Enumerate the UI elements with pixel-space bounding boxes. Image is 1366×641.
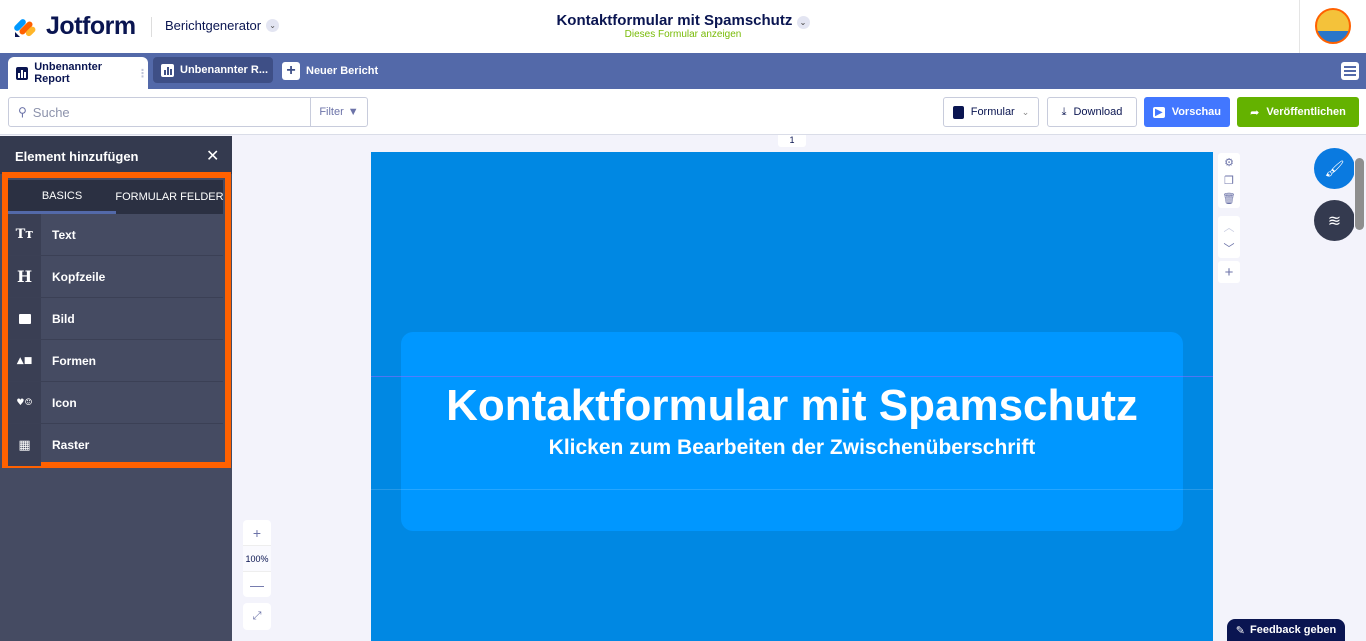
element-tabs: BASICS FORMULAR FELDER (8, 180, 223, 214)
paint-roller-icon: 🖌 (1324, 159, 1344, 179)
report-tabs: Unbenannter Report⋮ Unbenannter R... +Ne… (0, 53, 1366, 89)
download-icon: ⤓ (1062, 106, 1067, 119)
guide-line (371, 489, 1213, 490)
preview-button[interactable]: ▶Vorschau (1144, 97, 1230, 127)
feedback-icon: ✎ (1236, 624, 1245, 637)
copy-icon[interactable]: ❐ (1224, 174, 1234, 187)
heading-icon: H (8, 256, 41, 297)
element-icon[interactable]: ♥☺Icon (8, 382, 223, 424)
new-report-button[interactable]: +Neuer Bericht (282, 62, 378, 80)
image-icon (8, 298, 41, 339)
form-title[interactable]: Kontaktformular mit Spamschutz ⌄ (0, 12, 1366, 29)
add-element-panel: Element hinzufügen ✕ BASICS FORMULAR FEL… (0, 136, 232, 641)
report-icon (161, 64, 174, 77)
search-icon: ⚲ (9, 105, 27, 119)
chevron-down-icon: ⌄ (797, 16, 810, 29)
menu-button[interactable] (1341, 62, 1359, 80)
publish-button[interactable]: ➦Veröffentlichen (1237, 97, 1359, 127)
header-block[interactable] (401, 332, 1183, 531)
zoom-out-button[interactable]: — (243, 572, 271, 597)
tab-basics[interactable]: BASICS (8, 180, 116, 214)
chevron-up-icon[interactable]: ︿ (1224, 219, 1235, 235)
avatar[interactable] (1315, 8, 1351, 44)
element-image[interactable]: Bild (8, 298, 223, 340)
shapes-icon: ▲■ (8, 340, 41, 381)
layers-button[interactable]: ≋ (1314, 200, 1355, 241)
grid-icon: ▦ (8, 424, 41, 466)
element-grid[interactable]: ▦Raster (8, 424, 223, 466)
zoom-controls: + 100% — (243, 520, 271, 597)
design-button[interactable]: 🖌 (1314, 148, 1355, 189)
download-button[interactable]: ⤓Download (1047, 97, 1137, 127)
text-icon: Tт (8, 214, 41, 255)
page-actions: ⚙ ❐ 🗑 (1218, 153, 1240, 208)
more-icon[interactable]: ⋮ (137, 67, 148, 80)
tab-form-fields[interactable]: FORMULAR FELDER (116, 180, 223, 214)
page-move: ︿﹀ (1218, 216, 1240, 258)
chevron-down-icon: ⌄ (1022, 107, 1030, 118)
element-text[interactable]: TтText (8, 214, 223, 256)
plus-icon: + (282, 62, 300, 80)
form-icon (953, 106, 964, 119)
report-title[interactable]: Kontaktformular mit Spamschutz (401, 381, 1183, 431)
page-number: 1 (778, 135, 806, 147)
report-subtitle[interactable]: Klicken zum Bearbeiten der Zwischenübers… (401, 436, 1183, 460)
gear-icon[interactable]: ⚙ (1224, 156, 1234, 169)
chevron-down-icon[interactable]: ﹀ (1224, 240, 1235, 256)
scrollbar-thumb[interactable] (1355, 158, 1364, 230)
tab-report-2[interactable]: Unbenannter R... (153, 57, 273, 83)
filter-icon: ▼ (348, 106, 359, 118)
zoom-in-button[interactable]: + (243, 520, 271, 545)
trash-icon[interactable]: 🗑 (1222, 192, 1236, 205)
zoom-level: 100% (243, 545, 271, 572)
search-input[interactable]: ⚲ Suche Filter▼ (8, 97, 368, 127)
toolbar: ⚲ Suche Filter▼ Formular⌄ ⤓Download ▶Vor… (0, 89, 1366, 135)
add-page-button[interactable]: + (1218, 261, 1240, 283)
divider (1299, 0, 1300, 53)
feedback-button[interactable]: ✎Feedback geben (1227, 619, 1345, 641)
panel-title: Element hinzufügen (0, 136, 232, 174)
filter-button[interactable]: Filter▼ (310, 98, 367, 126)
expand-icon: ⤢ (253, 610, 262, 622)
plus-icon: + (1225, 264, 1234, 281)
fullscreen-button[interactable]: ⤢ (243, 603, 271, 630)
heart-icon: ♥☺ (8, 382, 41, 423)
view-form-link[interactable]: Dieses Formular anzeigen (0, 29, 1366, 40)
play-icon: ▶ (1153, 107, 1165, 118)
report-icon (16, 67, 28, 80)
share-icon: ➦ (1250, 106, 1259, 119)
close-icon[interactable]: ✕ (206, 146, 219, 166)
layers-icon: ≋ (1328, 211, 1341, 231)
element-shapes[interactable]: ▲■Formen (8, 340, 223, 382)
app-header: Jotform Berichtgenerator⌄ Kontaktformula… (0, 0, 1366, 53)
element-header[interactable]: HKopfzeile (8, 256, 223, 298)
guide-line (371, 376, 1213, 377)
tab-report-1[interactable]: Unbenannter Report⋮ (8, 57, 148, 89)
formular-dropdown[interactable]: Formular⌄ (943, 97, 1039, 127)
